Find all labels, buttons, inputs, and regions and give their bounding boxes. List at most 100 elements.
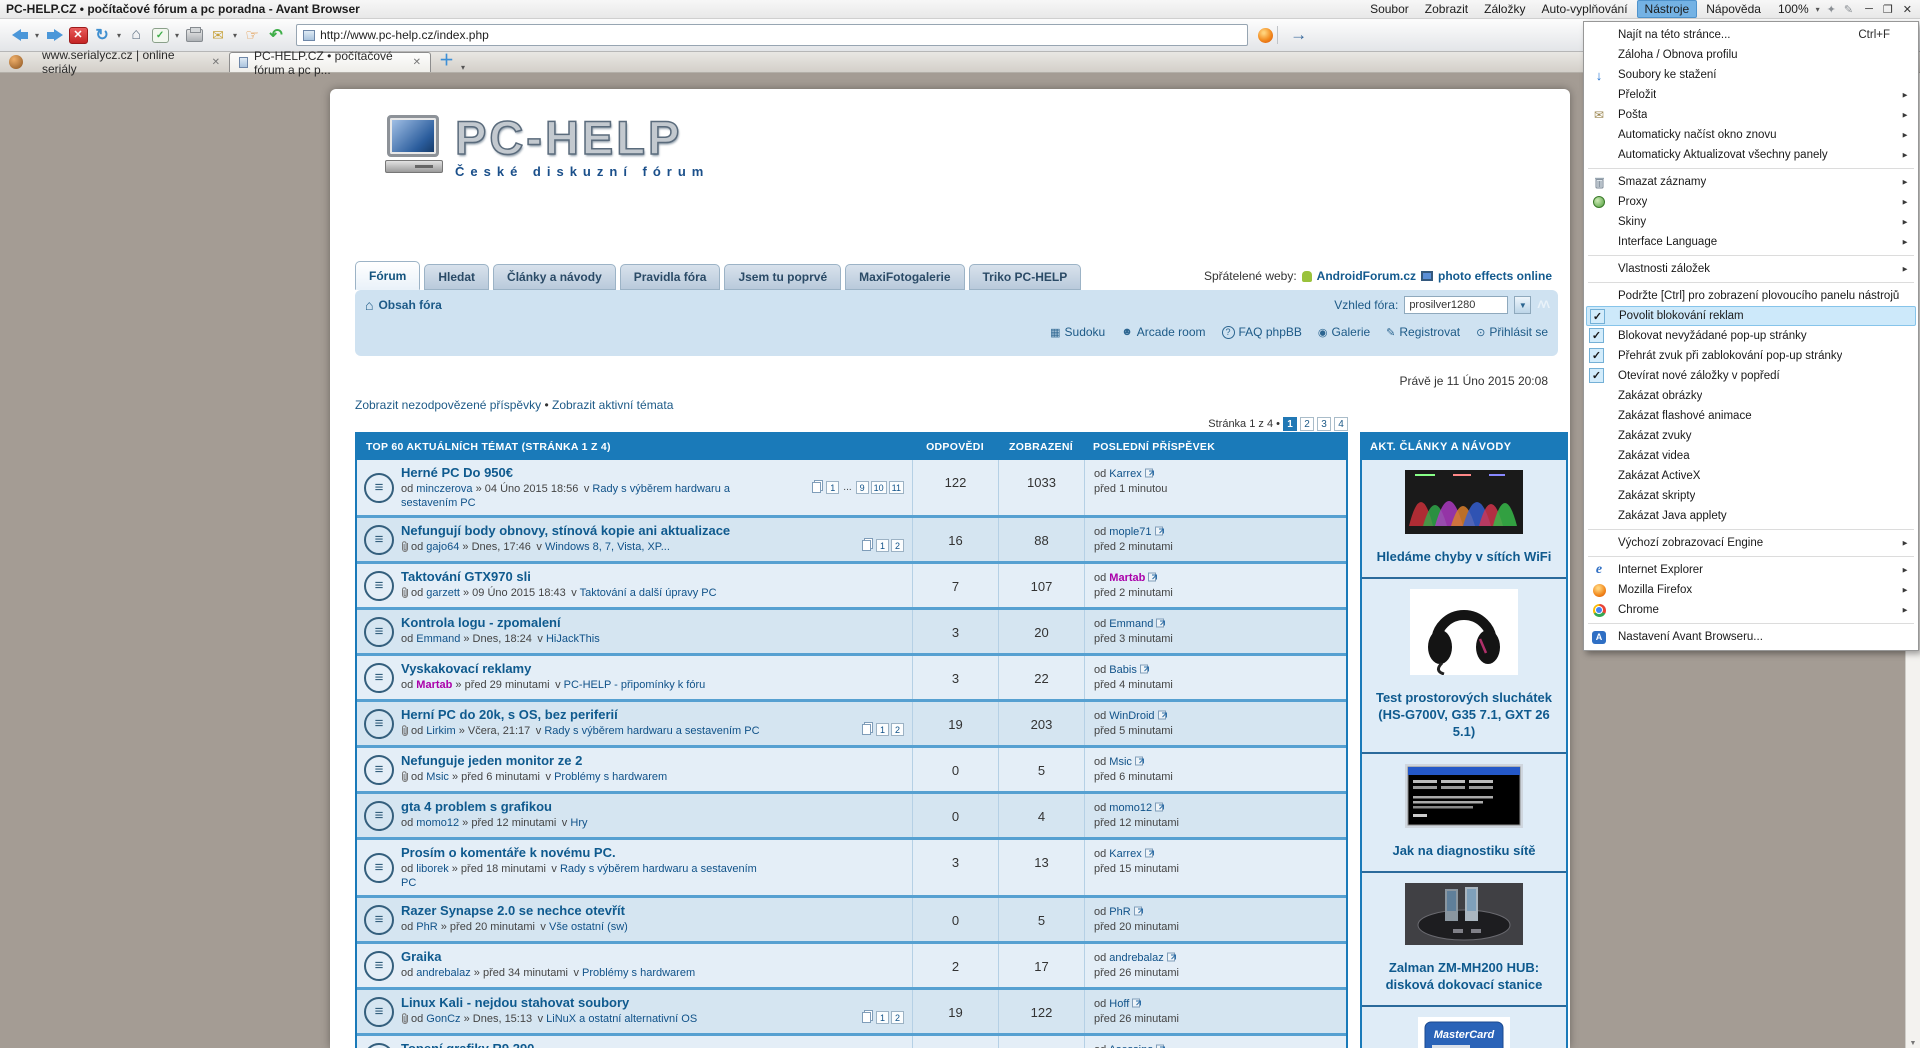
last-post-author-link[interactable]: Babis	[1109, 664, 1137, 676]
page-button-1[interactable]: 1	[1283, 417, 1297, 431]
topic-forum-link[interactable]: PC-HELP - připomínky k fóru	[564, 679, 706, 691]
menu-item-zak-zat-skripty[interactable]: Zakázat skripty	[1584, 486, 1918, 506]
menu-auto-vypl-ov-n[interactable]: Auto-vyplňování	[1534, 1, 1634, 17]
menu-item-naj-t-na-t-to-str-nce[interactable]: Najít na této stránce...Ctrl+F	[1584, 25, 1918, 45]
friend-link-photo-effects-online[interactable]: photo effects online	[1438, 269, 1552, 283]
quicklink-galerie[interactable]: ◉Galerie	[1318, 325, 1370, 339]
pc-help-logo[interactable]: PC-HELP České diskuzní fórum	[385, 115, 709, 181]
topic-title-link[interactable]: Herní PC do 20k, s OS, bez periferií	[401, 707, 618, 722]
view-link-zobrazit-aktivn-t-mata[interactable]: Zobrazit aktivní témata	[552, 398, 673, 412]
board-index-link[interactable]: ⌂ Obsah fóra	[365, 297, 442, 313]
mastercard-image[interactable]: MasterCard	[1418, 1017, 1510, 1048]
topic-author-link[interactable]: gajo64	[426, 541, 459, 553]
topic-title-link[interactable]: Linux Kali - nejdou stahovat soubory	[401, 995, 629, 1010]
topic-title-link[interactable]: Prosím o komentáře k novému PC.	[401, 845, 616, 860]
topic-page-button[interactable]: 1	[876, 1011, 889, 1024]
address-bar[interactable]: http://www.pc-help.cz/index.php	[296, 24, 1248, 46]
tab-hledat[interactable]: Hledat	[424, 264, 489, 290]
go-button[interactable]: →	[1290, 25, 1307, 45]
topic-page-button[interactable]: 2	[891, 539, 904, 552]
quicklink-p-ihl-sit-se[interactable]: ⊙Přihlásit se	[1476, 325, 1548, 339]
menu-item-nastaven-avant-browseru[interactable]: ANastavení Avant Browseru...	[1584, 627, 1918, 647]
menu-n-pov-da[interactable]: Nápověda	[1699, 1, 1768, 17]
friend-link-androidforum-cz[interactable]: AndroidForum.cz	[1317, 269, 1416, 283]
last-post-author-link[interactable]: Hoff	[1109, 998, 1129, 1010]
quicklink-sudoku[interactable]: ▦Sudoku	[1050, 325, 1105, 339]
topic-title-link[interactable]: gta 4 problem s grafikou	[401, 799, 552, 814]
topic-page-button[interactable]: 2	[891, 723, 904, 736]
tab-close-icon[interactable]: ✕	[212, 57, 220, 68]
topic-forum-link[interactable]: Vše ostatní (sw)	[549, 921, 628, 933]
menu-item-zak-zat-obr-zky[interactable]: Zakázat obrázky	[1584, 386, 1918, 406]
topic-author-link[interactable]: PhR	[416, 921, 437, 933]
page-button-2[interactable]: 2	[1300, 417, 1314, 431]
last-post-author-link[interactable]: momo12	[1109, 802, 1152, 814]
topic-page-button[interactable]: 10	[871, 481, 887, 494]
tab-close-icon[interactable]: ✕	[413, 57, 421, 68]
topic-forum-link[interactable]: LiNuX a ostatní alternativní OS	[546, 1013, 697, 1025]
tab-l-nky-a-n-vody[interactable]: Články a návody	[493, 264, 616, 290]
article-caption[interactable]: Jak na diagnostiku sítě	[1366, 842, 1562, 859]
menu-item-blokovat-nevy-dan-pop-up-str-nky[interactable]: ✓Blokovat nevyžádané pop-up stránky	[1584, 326, 1918, 346]
note-icon[interactable]: ✎	[1840, 3, 1857, 16]
topic-forum-link[interactable]: Hry	[570, 817, 587, 829]
hdd-dock-image[interactable]	[1405, 883, 1523, 950]
menu-item-zak-zat-java-applety[interactable]: Zakázat Java applety	[1584, 506, 1918, 526]
page-button-4[interactable]: 4	[1334, 417, 1348, 431]
menu-item-smazat-z-znamy[interactable]: Smazat záznamy►	[1584, 172, 1918, 192]
menu-item-mozilla-firefox[interactable]: Mozilla Firefox►	[1584, 580, 1918, 600]
tab-jsem-tu-poprv[interactable]: Jsem tu poprvé	[724, 264, 841, 290]
new-tab-button[interactable]: ＋	[439, 49, 454, 70]
style-select[interactable]: prosilver1280	[1404, 296, 1508, 314]
topic-title-link[interactable]: Taktování GTX970 sli	[401, 569, 531, 584]
menu-item-interface-language[interactable]: Interface Language►	[1584, 232, 1918, 252]
menu-item-proxy[interactable]: Proxy►	[1584, 192, 1918, 212]
dropdown-caret-icon[interactable]: ▾	[32, 31, 42, 40]
terminal-image[interactable]	[1405, 764, 1523, 833]
topic-forum-link[interactable]: Taktování a další úpravy PC	[580, 587, 717, 599]
last-post-author-link[interactable]: Asessino	[1109, 1044, 1154, 1048]
menu-item-zak-zat-zvuky[interactable]: Zakázat zvuky	[1584, 426, 1918, 446]
tab-pravidla-f-ra[interactable]: Pravidla fóra	[620, 264, 721, 290]
dropdown-caret-icon[interactable]: ▾	[172, 31, 182, 40]
topic-author-link[interactable]: minczerova	[416, 483, 472, 495]
topic-author-link[interactable]: Lirkim	[426, 725, 455, 737]
menu-item-internet-explorer[interactable]: eInternet Explorer►	[1584, 560, 1918, 580]
topic-title-link[interactable]: Nefunguje jeden monitor ze 2	[401, 753, 582, 768]
browser-tab-pchelp[interactable]: PC-HELP.CZ • počítačové fórum a pc p... …	[229, 52, 431, 72]
stop-button[interactable]: ✕	[68, 24, 88, 46]
last-post-author-link[interactable]: Karrex	[1109, 848, 1141, 860]
topic-page-button[interactable]: 1	[826, 481, 839, 494]
last-post-author-link[interactable]: WinDroid	[1109, 710, 1154, 722]
refresh-button[interactable]: ↻	[92, 24, 112, 46]
menu-item-zak-zat-flashov-animace[interactable]: Zakázat flashové animace	[1584, 406, 1918, 426]
article-card[interactable]: MasterCardPlatíme on-line platební	[1362, 1007, 1566, 1048]
menu-zobrazit[interactable]: Zobrazit	[1418, 1, 1475, 17]
scroll-down-icon[interactable]: ▼	[1906, 1040, 1920, 1047]
menu-z-lo-ky[interactable]: Záložky	[1477, 1, 1532, 17]
minimize-button[interactable]: ─	[1865, 3, 1873, 16]
topic-title-link[interactable]: Kontrola logu - zpomalení	[401, 615, 561, 630]
menu-item-z-loha-obnova-profilu[interactable]: Záloha / Obnova profilu	[1584, 45, 1918, 65]
article-card[interactable]: Test prostorových sluchátek (HS-G700V, G…	[1362, 579, 1566, 754]
tab-triko-pc-help[interactable]: Triko PC-HELP	[969, 264, 1082, 290]
style-select-caret-icon[interactable]: ▼	[1514, 296, 1531, 314]
headphones-image[interactable]	[1410, 589, 1518, 680]
topic-title-link[interactable]: Graika	[401, 949, 441, 964]
new-tab-caret-icon[interactable]: ▾	[458, 63, 468, 72]
topic-forum-link[interactable]: Rady s výběrem hardwaru a sestavením PC	[544, 725, 759, 737]
undo-button[interactable]: ↶	[266, 24, 286, 46]
menu-soubor[interactable]: Soubor	[1363, 1, 1416, 17]
topic-title-link[interactable]: Razer Synapse 2.0 se nechce otevřít	[401, 903, 625, 918]
topic-title-link[interactable]: Nefungují body obnovy, stínová kopie ani…	[401, 523, 730, 538]
article-caption[interactable]: Hledáme chyby v sítích WiFi	[1366, 548, 1562, 565]
topic-title-link[interactable]: Vyskakovací reklamy	[401, 661, 531, 676]
topic-page-button[interactable]: 9	[856, 481, 869, 494]
last-post-author-link[interactable]: PhR	[1109, 906, 1130, 918]
topic-title-link[interactable]: Topení grafiky R9 290	[401, 1041, 534, 1048]
menu-item-zak-zat-activex[interactable]: Zakázat ActiveX	[1584, 466, 1918, 486]
last-post-author-link[interactable]: Karrex	[1109, 468, 1141, 480]
topic-page-button[interactable]: 2	[891, 1011, 904, 1024]
zoom-level[interactable]: 100%	[1768, 2, 1813, 16]
quicklink-registrovat[interactable]: ✎Registrovat	[1386, 325, 1460, 339]
